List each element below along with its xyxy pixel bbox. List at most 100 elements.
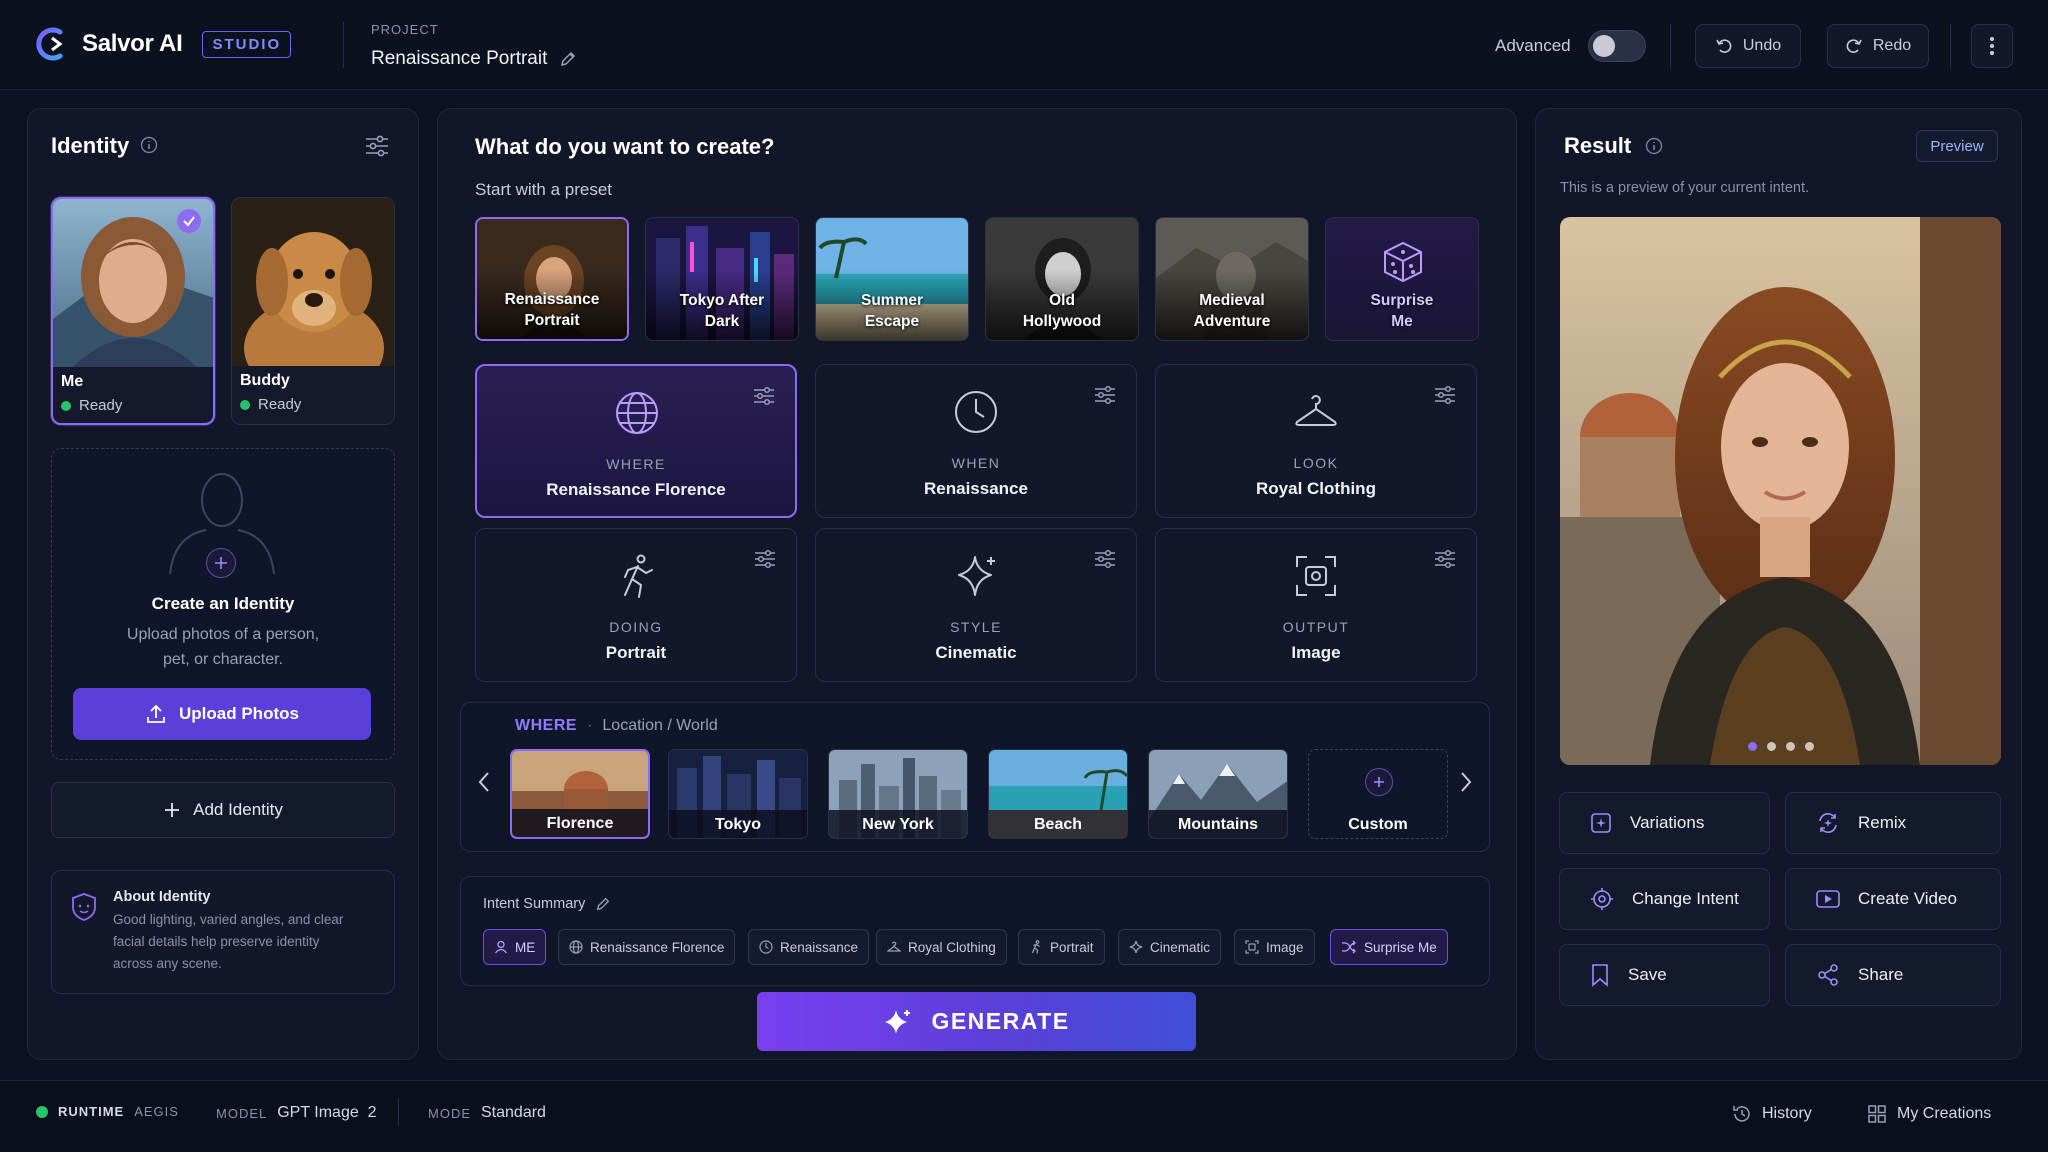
- variations-icon: [1591, 813, 1611, 833]
- generate-button[interactable]: GENERATE: [757, 992, 1196, 1051]
- chip-label: Portrait: [1050, 939, 1094, 955]
- intent-card-look[interactable]: LOOK Royal Clothing: [1155, 364, 1477, 518]
- chevron-left-icon[interactable]: [476, 770, 492, 794]
- summary-chip-where[interactable]: Renaissance Florence: [558, 929, 736, 965]
- project-name[interactable]: Renaissance Portrait: [371, 48, 577, 70]
- app-name: Salvor AI: [82, 30, 183, 57]
- identity-card-me[interactable]: Me Ready: [51, 197, 215, 425]
- check-icon: [177, 209, 201, 233]
- summary-chip-when[interactable]: Renaissance: [748, 929, 870, 965]
- preset-tokyo-after-dark[interactable]: Tokyo After Dark: [645, 217, 799, 341]
- where-option-tokyo[interactable]: Tokyo: [668, 749, 808, 839]
- preset-renaissance-portrait[interactable]: Renaissance Portrait: [475, 217, 629, 341]
- preset-old-hollywood[interactable]: Old Hollywood: [985, 217, 1139, 341]
- tune-icon[interactable]: [753, 386, 775, 406]
- intent-category: STYLE: [950, 619, 1002, 635]
- preset-medieval-adventure[interactable]: Medieval Adventure: [1155, 217, 1309, 341]
- preset-label-text: Renaissance Portrait: [477, 289, 627, 331]
- toggle-knob: [1593, 35, 1615, 57]
- intent-category: WHEN: [951, 455, 1001, 471]
- summary-chip-output[interactable]: Image: [1234, 929, 1315, 965]
- settings-sliders-icon[interactable]: [364, 133, 390, 159]
- about-identity-title: About Identity: [113, 889, 211, 905]
- project-label: PROJECT: [371, 22, 439, 37]
- remix-button[interactable]: Remix: [1785, 792, 2001, 854]
- chip-label: Surprise Me: [1364, 939, 1437, 955]
- where-option-custom[interactable]: Custom: [1308, 749, 1448, 839]
- pencil-icon[interactable]: [595, 896, 611, 912]
- result-preview-image[interactable]: [1560, 217, 2001, 765]
- info-icon[interactable]: [140, 136, 158, 154]
- carousel-dot[interactable]: [1747, 742, 1757, 751]
- preset-summer-escape[interactable]: Summer Escape: [815, 217, 969, 341]
- where-option-label: Tokyo: [715, 816, 761, 833]
- where-option-florence[interactable]: Florence: [510, 749, 650, 839]
- summary-chip-me[interactable]: ME: [483, 929, 547, 965]
- tune-icon[interactable]: [1434, 385, 1456, 405]
- upload-icon: [147, 704, 165, 723]
- where-option-beach[interactable]: Beach: [988, 749, 1128, 839]
- summary-chip-surprise[interactable]: Surprise Me: [1330, 929, 1448, 965]
- chip-label: Renaissance Florence: [590, 939, 725, 955]
- preview-button[interactable]: Preview: [1916, 130, 1998, 162]
- my-creations-button[interactable]: My Creations: [1867, 1104, 1991, 1124]
- intent-card-where[interactable]: WHERE Renaissance Florence: [475, 364, 797, 518]
- portrait-image: [1560, 217, 2001, 765]
- intent-value: Image: [1291, 643, 1341, 662]
- chevron-right-icon[interactable]: [1458, 770, 1474, 794]
- undo-button[interactable]: Undo: [1695, 24, 1801, 68]
- action-label: Variations: [1630, 813, 1705, 832]
- create-video-button[interactable]: Create Video: [1785, 868, 2001, 930]
- change-intent-button[interactable]: Change Intent: [1559, 868, 1770, 930]
- carousel-dot[interactable]: [1766, 742, 1776, 751]
- info-icon[interactable]: [1645, 137, 1663, 155]
- where-option-new-york[interactable]: New York: [828, 749, 968, 839]
- variations-button[interactable]: Variations: [1559, 792, 1770, 854]
- carousel-dot[interactable]: [1804, 742, 1814, 751]
- summary-chip-style[interactable]: Cinematic: [1118, 929, 1222, 965]
- hanger-icon: [887, 941, 901, 952]
- tune-icon[interactable]: [754, 549, 776, 569]
- advanced-toggle[interactable]: [1588, 30, 1646, 62]
- running-icon: [624, 554, 653, 598]
- share-button[interactable]: Share: [1785, 944, 2001, 1006]
- more-menu-button[interactable]: [1971, 24, 2013, 68]
- tune-icon[interactable]: [1094, 385, 1116, 405]
- studio-badge: STUDIO: [202, 30, 292, 58]
- add-identity-button[interactable]: Add Identity: [51, 782, 395, 838]
- intent-card-output[interactable]: OUTPUT Image: [1155, 528, 1477, 682]
- more-vertical-icon: [1990, 37, 1994, 55]
- app-logo[interactable]: Salvor AI STUDIO: [30, 26, 292, 62]
- upload-photos-button[interactable]: Upload Photos: [73, 688, 371, 740]
- runtime-status: RUNTIME AEGIS: [36, 1104, 179, 1119]
- summary-chip-look[interactable]: Royal Clothing: [876, 929, 1007, 965]
- preset-line1: Surprise: [1370, 292, 1434, 309]
- result-description: This is a preview of your current intent…: [1560, 180, 1810, 196]
- shuffle-icon: [1342, 940, 1356, 954]
- save-button[interactable]: Save: [1559, 944, 1770, 1006]
- tune-icon[interactable]: [1094, 549, 1116, 569]
- globe-icon: [569, 940, 583, 954]
- pencil-icon[interactable]: [559, 50, 577, 68]
- chip-label: Royal Clothing: [908, 939, 996, 955]
- preset-label-text: Medieval Adventure: [1156, 290, 1308, 332]
- image-frame-icon: [1245, 940, 1259, 954]
- summary-chip-doing[interactable]: Portrait: [1018, 929, 1105, 965]
- where-option-label: Florence: [546, 815, 614, 832]
- history-button[interactable]: History: [1732, 1104, 1812, 1124]
- preset-line2: Escape: [864, 313, 920, 330]
- redo-button[interactable]: Redo: [1827, 24, 1929, 68]
- chip-label: Cinematic: [1150, 939, 1211, 955]
- preset-line1: Tokyo After: [679, 292, 765, 309]
- add-identity-label: Add Identity: [193, 800, 283, 819]
- chip-label: Renaissance: [780, 939, 859, 955]
- preset-surprise-me[interactable]: Surprise Me: [1325, 217, 1479, 341]
- where-option-mountains[interactable]: Mountains: [1148, 749, 1288, 839]
- carousel-dot[interactable]: [1785, 742, 1795, 751]
- intent-card-when[interactable]: WHEN Renaissance: [815, 364, 1137, 518]
- intent-card-style[interactable]: STYLE Cinematic: [815, 528, 1137, 682]
- identity-card-buddy[interactable]: Buddy Ready: [231, 197, 395, 425]
- tune-icon[interactable]: [1434, 549, 1456, 569]
- intent-card-doing[interactable]: DOING Portrait: [475, 528, 797, 682]
- intent-category: DOING: [609, 619, 663, 635]
